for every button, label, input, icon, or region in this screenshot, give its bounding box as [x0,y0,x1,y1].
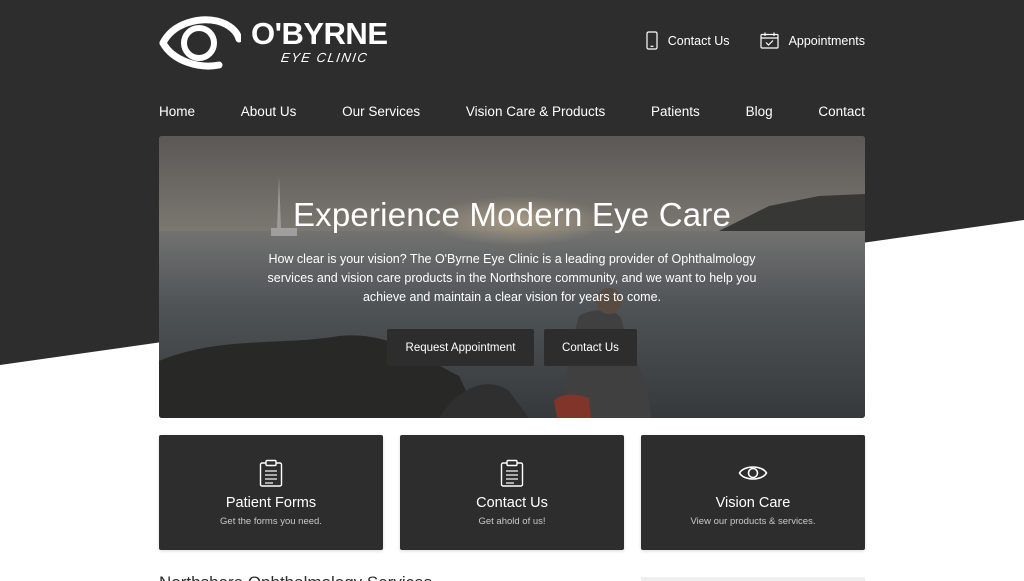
clipboard-icon [500,459,524,487]
hero-title: Experience Modern Eye Care [292,196,732,233]
nav-about-us[interactable]: About Us [241,104,297,119]
vision-care-card[interactable]: Vision Care View our products & services… [641,435,865,550]
hero-contact-us-button[interactable]: Contact Us [544,329,637,366]
nav-vision-care-products[interactable]: Vision Care & Products [466,104,605,119]
card-title: Vision Care [715,495,791,511]
nav-contact[interactable]: Contact [818,104,865,119]
clinic-logo[interactable]: O'BYRNE EYE CLINIC [159,13,388,70]
nav-home[interactable]: Home [159,104,195,119]
nav-our-services[interactable]: Our Services [342,104,420,119]
eye-icon [738,466,768,480]
logo-name: O'BYRNE [251,16,388,51]
contact-us-card[interactable]: Contact Us Get ahold of us! [400,435,624,550]
services-section-title: Northshore Ophthalmology Services [159,573,432,581]
request-appointment-button[interactable]: Request Appointment [387,329,534,366]
patient-forms-card[interactable]: Patient Forms Get the forms you need. [159,435,383,550]
contact-us-label: Contact Us [667,33,730,48]
utility-links: Contact Us Appointments [646,31,865,50]
appointments-label: Appointments [788,33,865,48]
nav-blog[interactable]: Blog [746,104,773,119]
card-title: Patient Forms [225,495,317,511]
sidebar-box [641,577,865,581]
hero-banner: Experience Modern Eye Care How clear is … [159,136,865,418]
appointments-link[interactable]: Appointments [759,31,865,50]
card-subtitle: Get the forms you need. [220,516,322,527]
site-header: O'BYRNE EYE CLINIC Contact Us Appointmen… [159,0,865,86]
eye-logo-icon [159,16,241,70]
contact-us-link[interactable]: Contact Us [646,31,730,50]
calendar-check-icon [759,32,779,49]
logo-subtitle: EYE CLINIC [280,50,370,65]
clipboard-icon [259,459,283,487]
feature-cards: Patient Forms Get the forms you need. Co… [159,435,865,550]
phone-icon [646,31,658,50]
card-title: Contact Us [476,495,548,511]
page-container: O'BYRNE EYE CLINIC Contact Us Appointmen… [159,0,865,581]
main-nav: Home About Us Our Services Vision Care &… [159,86,865,136]
hero-description: How clear is your vision? The O'Byrne Ey… [267,252,757,304]
card-subtitle: View our products & services. [690,516,816,527]
nav-patients[interactable]: Patients [651,104,700,119]
card-subtitle: Get ahold of us! [478,516,546,527]
